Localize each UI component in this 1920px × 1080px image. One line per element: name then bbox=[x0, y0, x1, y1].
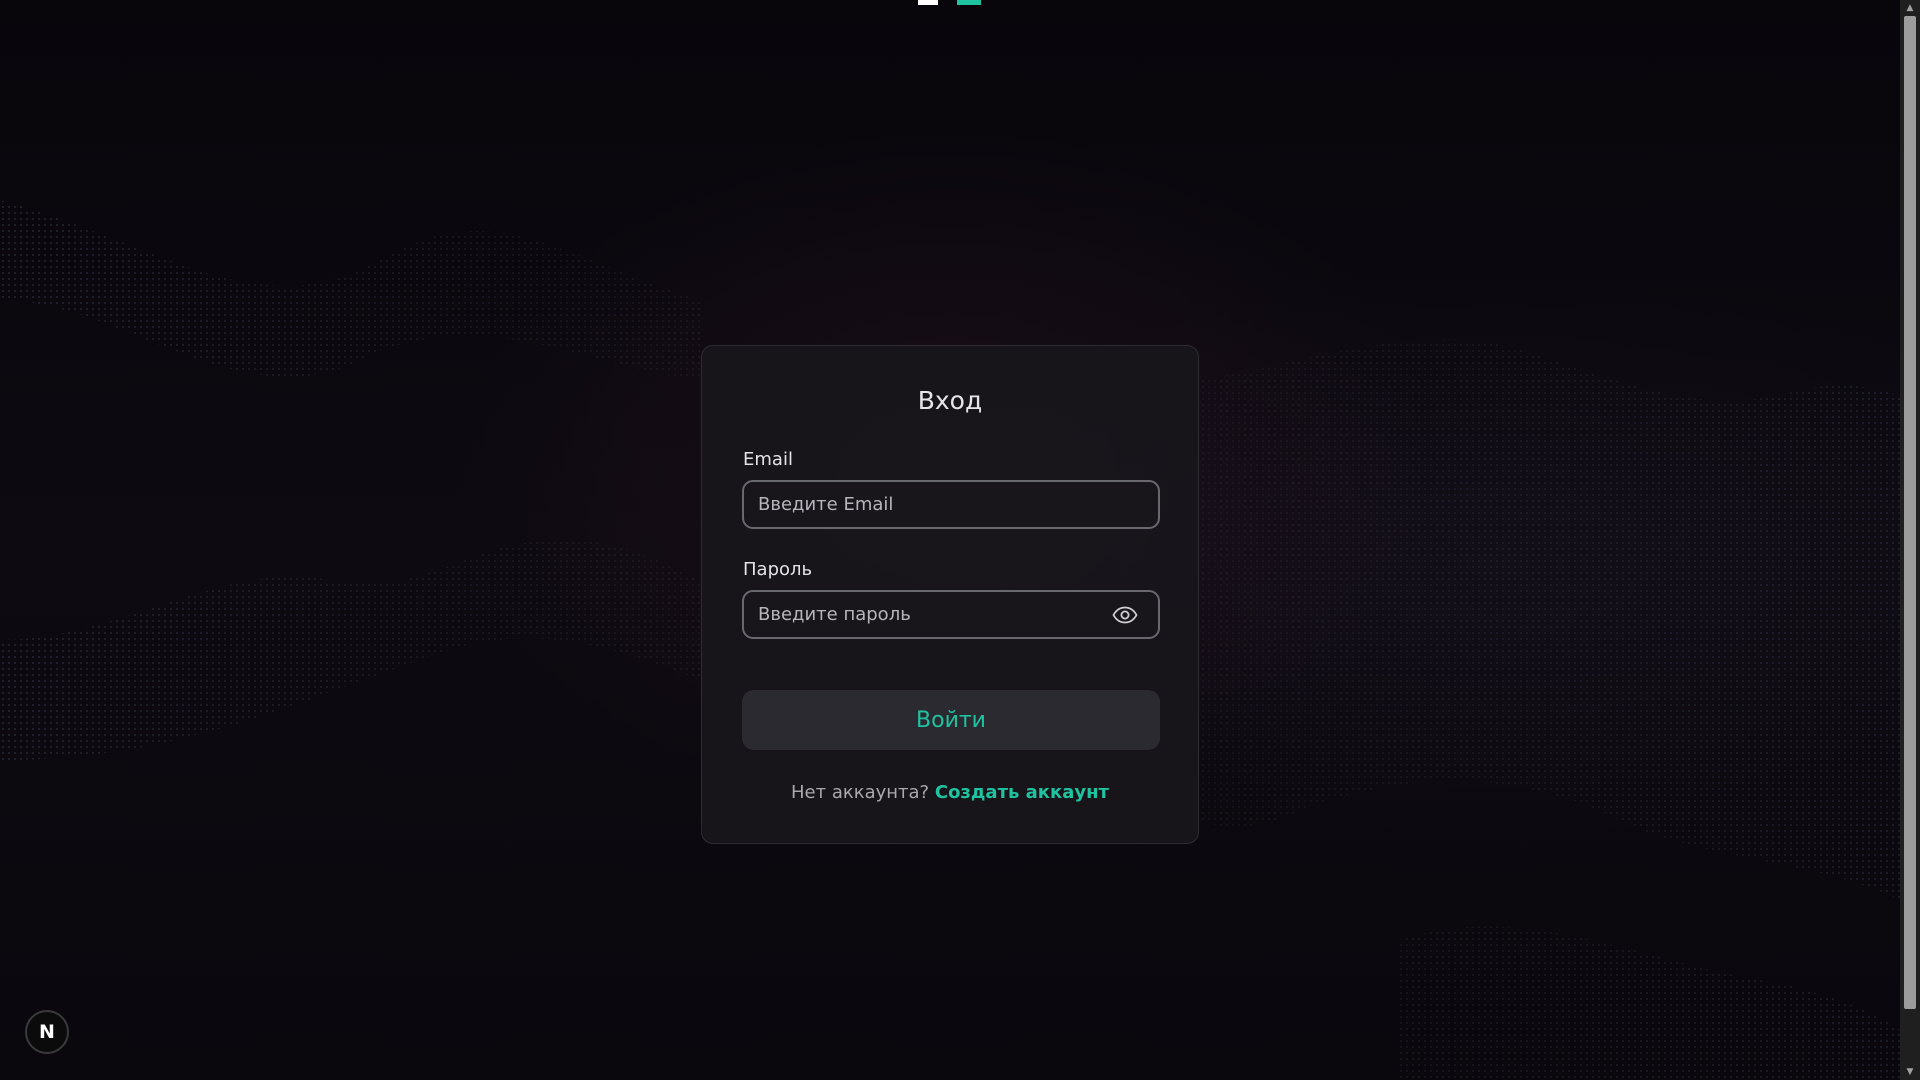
nextjs-logo-icon[interactable]: N bbox=[25, 1010, 69, 1054]
password-input[interactable] bbox=[742, 590, 1160, 639]
login-button[interactable]: Войти bbox=[742, 690, 1160, 750]
signup-prompt: Нет аккаунта? Создать аккаунт bbox=[702, 782, 1198, 803]
scroll-down-arrow-icon[interactable]: ▼ bbox=[1900, 1064, 1920, 1080]
password-label: Пароль bbox=[743, 559, 813, 580]
login-card: Вход Email Пароль Войти Нет аккаунта? Со… bbox=[701, 345, 1199, 844]
badge-letter: N bbox=[39, 1021, 55, 1043]
email-label: Email bbox=[743, 449, 793, 470]
email-input[interactable] bbox=[742, 480, 1160, 529]
no-account-text: Нет аккаунта? bbox=[791, 782, 930, 803]
top-decor-accent-bar bbox=[957, 0, 981, 5]
scrollbar-thumb[interactable] bbox=[1904, 16, 1916, 1009]
login-title: Вход bbox=[917, 386, 983, 415]
top-decor-white-bar bbox=[918, 0, 938, 5]
create-account-link[interactable]: Создать аккаунт bbox=[935, 782, 1109, 803]
login-page: Вход Email Пароль Войти Нет аккаунта? Со… bbox=[0, 0, 1920, 1080]
vertical-scrollbar[interactable]: ▲ ▼ bbox=[1900, 0, 1920, 1080]
scroll-up-arrow-icon[interactable]: ▲ bbox=[1900, 0, 1920, 16]
eye-icon[interactable] bbox=[1111, 601, 1139, 629]
